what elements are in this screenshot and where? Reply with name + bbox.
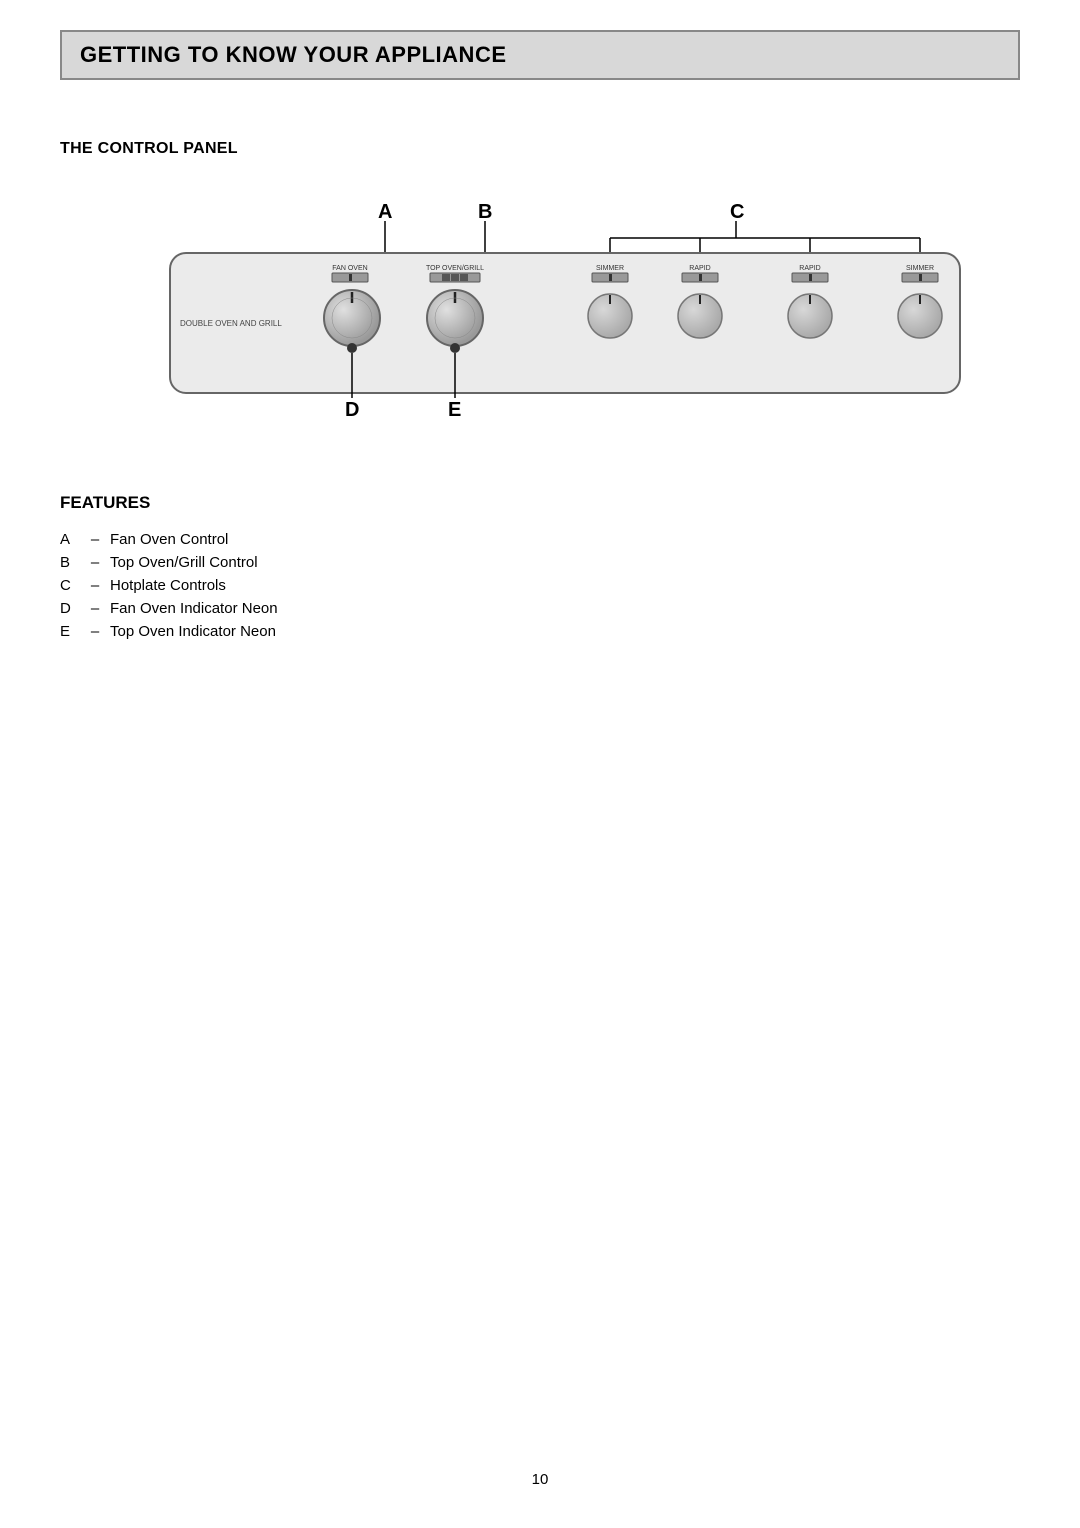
svg-text:C: C (730, 201, 744, 223)
svg-text:SIMMER: SIMMER (906, 265, 934, 272)
feature-dash-b: – (80, 554, 110, 571)
list-item: E – Top Oven Indicator Neon (60, 623, 1020, 640)
svg-text:FAN OVEN: FAN OVEN (332, 265, 367, 272)
feature-key-d: D (60, 600, 80, 617)
list-item: C – Hotplate Controls (60, 577, 1020, 594)
list-item: B – Top Oven/Grill Control (60, 554, 1020, 571)
feature-desc-c: Hotplate Controls (110, 577, 1020, 594)
list-item: D – Fan Oven Indicator Neon (60, 600, 1020, 617)
svg-text:A: A (378, 201, 392, 223)
feature-dash-d: – (80, 600, 110, 617)
svg-text:SIMMER: SIMMER (596, 265, 624, 272)
feature-desc-d: Fan Oven Indicator Neon (110, 600, 1020, 617)
svg-text:E: E (448, 399, 461, 421)
feature-desc-e: Top Oven Indicator Neon (110, 623, 1020, 640)
feature-key-b: B (60, 554, 80, 571)
header-title: GETTING TO KNOW YOUR APPLIANCE (80, 42, 507, 67)
features-list: A – Fan Oven Control B – Top Oven/Grill … (60, 531, 1020, 640)
features-title: FEATURES (60, 493, 1020, 513)
page-number: 10 (532, 1471, 549, 1488)
header-bar: GETTING TO KNOW YOUR APPLIANCE (60, 30, 1020, 80)
svg-text:RAPID: RAPID (689, 265, 710, 272)
feature-key-c: C (60, 577, 80, 594)
diagram-svg: A B C DOUBLE OVEN AND GRILL FAN OVEN (110, 188, 970, 448)
feature-key-a: A (60, 531, 80, 548)
svg-text:D: D (345, 399, 359, 421)
feature-key-e: E (60, 623, 80, 640)
feature-dash-a: – (80, 531, 110, 548)
feature-desc-a: Fan Oven Control (110, 531, 1020, 548)
features-section: FEATURES A – Fan Oven Control B – Top Ov… (60, 493, 1020, 640)
list-item: A – Fan Oven Control (60, 531, 1020, 548)
svg-text:B: B (478, 201, 492, 223)
feature-dash-e: – (80, 623, 110, 640)
svg-text:RAPID: RAPID (799, 265, 820, 272)
svg-text:TOP OVEN/GRILL: TOP OVEN/GRILL (426, 265, 484, 272)
feature-dash-c: – (80, 577, 110, 594)
control-panel-diagram: A B C DOUBLE OVEN AND GRILL FAN OVEN (110, 188, 970, 453)
svg-text:DOUBLE OVEN AND GRILL: DOUBLE OVEN AND GRILL (180, 319, 282, 328)
page: GETTING TO KNOW YOUR APPLIANCE THE CONTR… (0, 0, 1080, 1528)
feature-desc-b: Top Oven/Grill Control (110, 554, 1020, 571)
control-panel-title: THE CONTROL PANEL (60, 140, 1020, 158)
